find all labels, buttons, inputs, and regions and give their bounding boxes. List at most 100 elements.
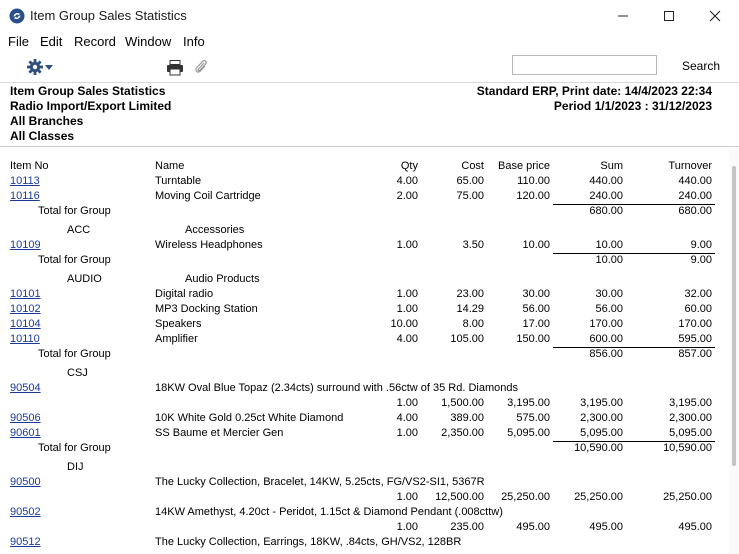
item-turnover: 9.00	[690, 239, 712, 251]
item-turnover: 60.00	[684, 303, 712, 315]
group-header-row: ACC Accessories	[0, 223, 727, 238]
minimize-button[interactable]	[600, 0, 646, 32]
group-total-row: Total for Group 10.00 9.00	[0, 253, 727, 268]
item-number-link[interactable]: 90601	[10, 427, 41, 439]
item-name: Moving Coil Cartridge	[155, 190, 261, 202]
group-total-turnover: 680.00	[678, 205, 712, 217]
item-name: Amplifier	[155, 333, 198, 345]
menu-bar: File Edit Record Window Info	[0, 32, 739, 52]
item-values-row: 1.00 1,500.00 3,195.00 3,195.00 3,195.00	[0, 396, 727, 411]
item-turnover: 25,250.00	[663, 491, 712, 503]
item-number-link[interactable]: 90500	[10, 476, 41, 488]
item-number-link[interactable]: 90504	[10, 382, 41, 394]
menu-record[interactable]: Record	[74, 34, 116, 49]
paperclip-icon[interactable]	[194, 59, 208, 75]
menu-info[interactable]: Info	[183, 34, 205, 49]
gear-icon	[27, 59, 43, 75]
title-bar: Item Group Sales Statistics	[0, 0, 739, 33]
printer-icon[interactable]	[166, 60, 184, 76]
item-number-link[interactable]: 10116	[10, 190, 40, 202]
item-row: 10102 MP3 Docking Station 1.00 14.29 56.00 56…	[0, 302, 727, 317]
chevron-down-icon	[45, 65, 53, 70]
item-name: SS Baume et Mercier Gen	[155, 427, 284, 439]
group-header-row: DIJ	[0, 460, 727, 475]
item-number-link[interactable]: 10104	[10, 318, 41, 330]
item-number-link[interactable]: 90502	[10, 506, 41, 518]
group-code: ACC	[67, 224, 91, 236]
report-title: Item Group Sales Statistics	[10, 84, 166, 98]
group-total-row: Total for Group 856.00 857.00	[0, 347, 727, 362]
item-row: 10104 Speakers 10.00 8.00 17.00 170.00 170.00	[0, 317, 727, 332]
maximize-button[interactable]	[646, 0, 692, 32]
vertical-scrollbar[interactable]	[729, 150, 739, 554]
item-number-link[interactable]: 90506	[10, 412, 41, 424]
item-name: 18KW Oval Blue Topaz (2.34cts) surround …	[155, 382, 518, 394]
item-turnover: 595.00	[678, 333, 712, 345]
column-header-turnover: Turnover	[668, 160, 712, 172]
item-number-link[interactable]: 10113	[10, 175, 40, 187]
report-body[interactable]: Item No Name Qty Cost Base price Sum Turnover 1…	[0, 150, 727, 554]
item-turnover: 32.00	[684, 288, 712, 300]
item-name: The Lucky Collection, Bracelet, 14KW, 5.…	[155, 476, 485, 488]
item-turnover: 5,095.00	[669, 427, 712, 439]
menu-file[interactable]: File	[8, 34, 29, 49]
item-number-link[interactable]: 10110	[10, 333, 40, 345]
close-icon	[709, 10, 721, 22]
item-turnover: 170.00	[678, 318, 712, 330]
report-period: Period 1/1/2023 : 31/12/2023	[553, 99, 712, 113]
company-name: Radio Import/Export Limited	[10, 99, 172, 113]
item-turnover: 3,195.00	[669, 397, 712, 409]
item-row: 10116 Moving Coil Cartridge 2.00 75.00 120.0…	[0, 189, 727, 204]
group-total-label: Total for Group	[38, 442, 111, 454]
group-code: AUDIO	[67, 273, 102, 285]
minimize-icon	[618, 15, 628, 17]
item-number-link[interactable]: 10102	[10, 303, 41, 315]
item-turnover: 240.00	[678, 190, 712, 202]
search-button[interactable]: Search	[682, 59, 720, 73]
close-button[interactable]	[692, 0, 738, 32]
item-row: 90504 18KW Oval Blue Topaz (2.34cts) surr…	[0, 381, 727, 396]
item-name: MP3 Docking Station	[155, 303, 258, 315]
item-row: 10110 Amplifier 4.00 105.00 150.00 600.00 595.…	[0, 332, 727, 347]
print-info: Standard ERP, Print date: 14/4/2023 22:3…	[476, 84, 712, 98]
menu-window[interactable]: Window	[125, 34, 171, 49]
group-name: Accessories	[185, 224, 245, 236]
settings-dropdown-button[interactable]	[24, 57, 56, 77]
report-header: Item Group Sales Statistics Radio Import…	[0, 83, 739, 147]
menu-edit[interactable]: Edit	[40, 34, 62, 49]
item-row: 10109 Wireless Headphones 1.00 3.50 10.00 10.…	[0, 238, 727, 253]
group-name: Audio Products	[185, 273, 260, 285]
group-total-label: Total for Group	[38, 254, 111, 266]
item-row: 90502 14KW Amethyst, 4.20ct - Peridot, 1.…	[0, 505, 727, 520]
group-total-label: Total for Group	[38, 348, 111, 360]
maximize-icon	[664, 11, 674, 21]
group-total-turnover: 857.00	[678, 348, 712, 360]
item-row: 90601 SS Baume et Mercier Gen 1.00 2,350.00…	[0, 426, 727, 441]
item-number-link[interactable]: 10109	[10, 239, 41, 251]
item-name: 14KW Amethyst, 4.20ct - Peridot, 1.15ct …	[155, 506, 503, 518]
item-row: 10113 Turntable 4.00 65.00 110.00 440.00 440.0…	[0, 174, 727, 189]
classes-filter: All Classes	[10, 129, 75, 143]
column-header-name: Name	[155, 160, 185, 172]
window-title: Item Group Sales Statistics	[30, 8, 187, 23]
item-number-link[interactable]: 10101	[10, 288, 41, 300]
group-header-row: AUDIO Audio Products	[0, 272, 727, 287]
app-logo-icon	[9, 8, 25, 24]
group-total-label: Total for Group	[38, 205, 111, 217]
item-row: 90506 10K White Gold 0.25ct White Diamond…	[0, 411, 727, 426]
group-total-turnover: 9.00	[690, 254, 712, 266]
item-name: The Lucky Collection, Earrings, 18KW, .8…	[155, 536, 462, 548]
item-turnover: 495.00	[678, 521, 712, 533]
group-code: CSJ	[67, 367, 88, 379]
item-number-link[interactable]: 90512	[10, 536, 41, 548]
group-header-row: CSJ	[0, 366, 727, 381]
item-turnover: 440.00	[678, 175, 712, 187]
item-values-row: 1.00 235.00 495.00 495.00 495.00	[0, 520, 727, 535]
item-name: Wireless Headphones	[155, 239, 263, 251]
search-input[interactable]	[512, 55, 657, 75]
item-name: Turntable	[155, 175, 202, 187]
item-values-row: 1.00 12,500.00 25,250.00 25,250.00 25,250.00	[0, 490, 727, 505]
scrollbar-thumb[interactable]	[732, 166, 736, 466]
item-row: 10101 Digital radio 1.00 23.00 30.00 30.00 32.…	[0, 287, 727, 302]
item-row: 90500 The Lucky Collection, Bracelet, 14K…	[0, 475, 727, 490]
